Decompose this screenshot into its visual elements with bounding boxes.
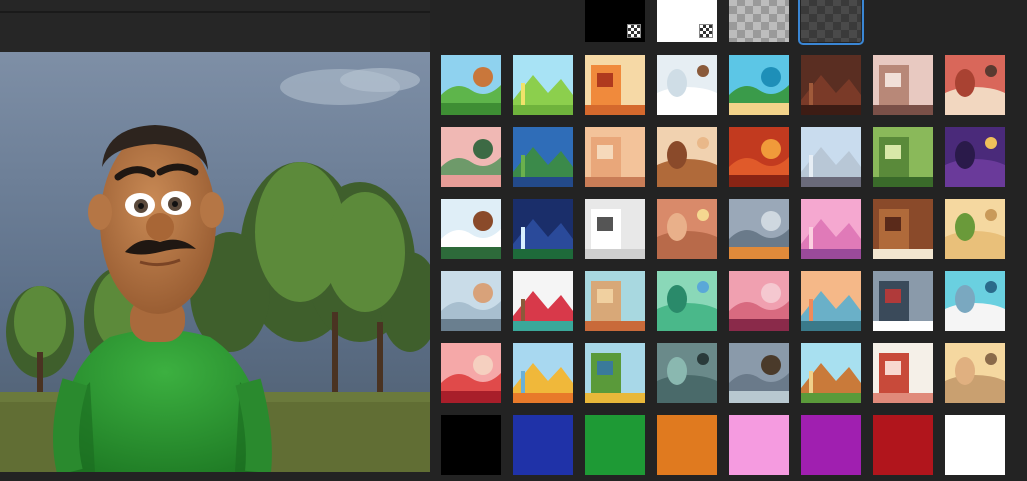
background-brick-house-street[interactable] — [873, 55, 933, 115]
background-black-transparent[interactable] — [585, 0, 645, 42]
background-green-meadow-hills[interactable] — [513, 55, 573, 115]
background-harbor-boat[interactable] — [441, 271, 501, 331]
background-red-tree-forest[interactable] — [873, 343, 933, 403]
background-canyon-mesa[interactable] — [585, 271, 645, 331]
background-red-clouds[interactable] — [441, 343, 501, 403]
background-photo-studio[interactable] — [585, 199, 645, 259]
background-green-hills-river[interactable] — [657, 271, 717, 331]
background-playground-slide[interactable] — [513, 343, 573, 403]
background-color-5[interactable] — [801, 415, 861, 475]
background-office-desk[interactable] — [801, 127, 861, 187]
preview-canvas[interactable] — [0, 52, 430, 472]
checkerboard-icon — [699, 24, 713, 38]
background-stadium-lights[interactable] — [513, 199, 573, 259]
background-color-6[interactable] — [873, 415, 933, 475]
background-forest-tree-flowers[interactable] — [441, 55, 501, 115]
background-red-desert-planet[interactable] — [729, 127, 789, 187]
background-village-houses[interactable] — [945, 343, 1005, 403]
background-submarine-window[interactable] — [657, 343, 717, 403]
background-wooden-room-lamp[interactable] — [657, 199, 717, 259]
character-preview-image — [0, 52, 430, 472]
background-tropical-island[interactable] — [729, 55, 789, 115]
background-autumn-tree[interactable] — [585, 55, 645, 115]
background-color-1[interactable] — [513, 415, 573, 475]
background-white-transparent[interactable] — [657, 0, 717, 42]
background-living-room-armchair[interactable] — [657, 127, 717, 187]
background-green-mountain[interactable] — [513, 127, 573, 187]
background-pink-mountains[interactable] — [729, 271, 789, 331]
background-lake-trees[interactable] — [585, 343, 645, 403]
divider — [0, 11, 430, 13]
checkerboard-icon — [627, 24, 641, 38]
background-picker-panel — [430, 0, 1027, 481]
background-snowy-cabin[interactable] — [441, 199, 501, 259]
background-city-ruins-autumn[interactable] — [729, 199, 789, 259]
background-pink-city-sunset[interactable] — [801, 199, 861, 259]
background-lighthouse[interactable] — [873, 271, 933, 331]
background-desert-cactus[interactable] — [945, 199, 1005, 259]
background-color-3[interactable] — [657, 415, 717, 475]
background-night-city-purple[interactable] — [945, 127, 1005, 187]
background-pink-forest[interactable] — [441, 127, 501, 187]
background-kitchen-counter[interactable] — [945, 55, 1005, 115]
background-snowy-mountains[interactable] — [945, 271, 1005, 331]
background-color-7[interactable] — [945, 415, 1005, 475]
background-transparent-dark[interactable] — [798, 0, 864, 45]
background-shop-sign-wall[interactable] — [873, 199, 933, 259]
background-door-wall-room[interactable] — [585, 127, 645, 187]
editor-top-bar — [0, 0, 430, 53]
background-rocky-mars[interactable] — [801, 55, 861, 115]
background-winter-snow-tree[interactable] — [657, 55, 717, 115]
background-treehouse[interactable] — [801, 343, 861, 403]
background-island-sunset[interactable] — [801, 271, 861, 331]
background-park-trees[interactable] — [873, 127, 933, 187]
background-color-2[interactable] — [585, 415, 645, 475]
background-red-blossom-tree[interactable] — [513, 271, 573, 331]
background-transparent-light[interactable] — [729, 0, 789, 42]
background-color-4[interactable] — [729, 415, 789, 475]
background-pirate-ship[interactable] — [729, 343, 789, 403]
background-color-0[interactable] — [441, 415, 501, 475]
